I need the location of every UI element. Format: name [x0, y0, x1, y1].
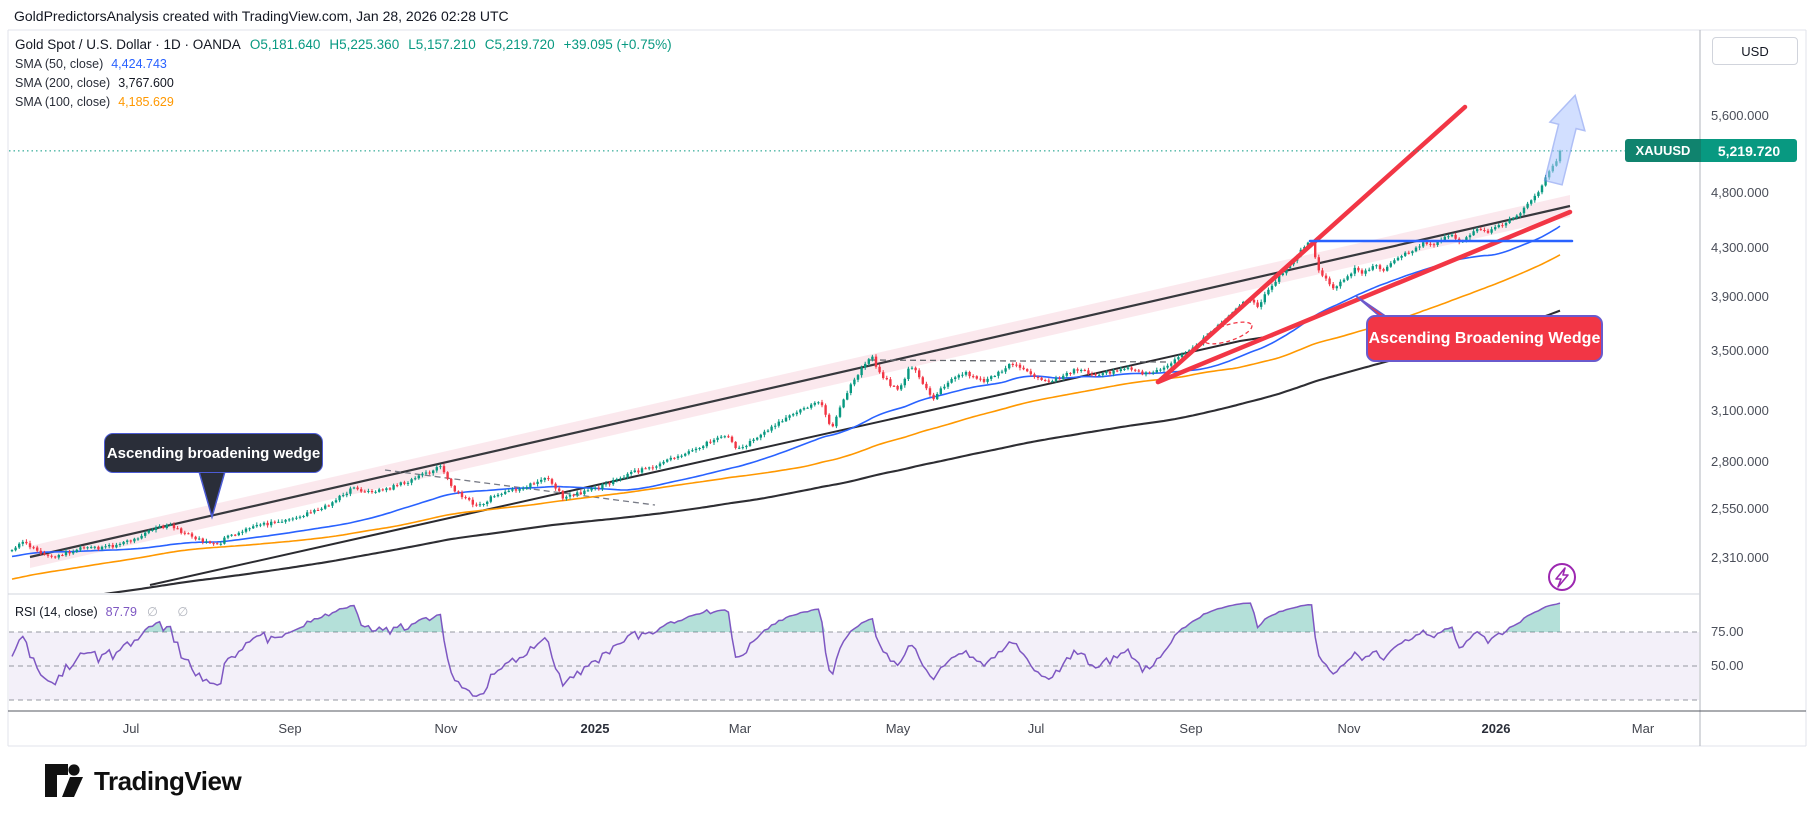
symbol-legend[interactable]: Gold Spot / U.S. Dollar · 1D · OANDA O5,1…: [15, 37, 672, 52]
annotation-label-wedge-2[interactable]: Ascending Broadening Wedge: [1366, 315, 1603, 362]
symbol-name[interactable]: Gold Spot / U.S. Dollar · 1D · OANDA: [15, 37, 241, 52]
page-title: GoldPredictorsAnalysis created with Trad…: [14, 8, 509, 24]
time-axis-label: Jul: [1027, 721, 1045, 736]
time-axis-label: Nov: [1337, 721, 1361, 736]
currency-button[interactable]: USD: [1712, 37, 1798, 65]
candle-bodies-up: [10, 150, 1562, 558]
rsi-axis-label: 50.00: [1711, 658, 1744, 673]
tradingview-logo-text: TradingView: [94, 765, 242, 796]
chart-plot[interactable]: [0, 0, 1814, 824]
rsi-axis-label: 75.00: [1711, 624, 1744, 639]
time-axis-label: Mar: [728, 721, 752, 736]
time-axis-label: May: [885, 721, 911, 736]
time-axis-label: Sep: [278, 721, 302, 736]
price-axis-label: 2,550.000: [1711, 501, 1769, 517]
time-axis-label: 2026: [1481, 721, 1511, 736]
time-axis-label: Mar: [1631, 721, 1655, 736]
indicator-value: 4,185.629: [118, 95, 174, 109]
rsi-hidden-values: ∅ ∅: [146, 605, 197, 619]
tradingview-logo[interactable]: TradingView: [44, 763, 242, 799]
bullish-up-arrow[interactable]: [1536, 91, 1593, 187]
time-axis-label: Nov: [434, 721, 458, 736]
ohlc-values: O5,181.640 H5,225.360 L5,157.210 C5,219.720…: [241, 37, 672, 52]
indicator-value: 4,424.743: [111, 57, 167, 71]
price-axis-label: 4,300.000: [1711, 239, 1769, 255]
indicator-legend-row[interactable]: SMA (50, close) 4,424.743: [15, 57, 167, 71]
last-price-tag: XAUUSD 5,219.720: [1625, 139, 1797, 163]
indicator-label: SMA (100, close): [15, 95, 111, 109]
annotation-label-wedge-1[interactable]: Ascending broadening wedge: [104, 433, 323, 473]
indicator-legend-row[interactable]: SMA (200, close) 3,767.600: [15, 76, 174, 90]
rsi-legend[interactable]: RSI (14, close) 87.79 ∅ ∅: [15, 604, 196, 619]
ohlc-item: H5,225.360: [329, 37, 400, 52]
tradingview-logo-icon: [45, 764, 83, 797]
indicator-value: 3,767.600: [118, 76, 174, 90]
last-price-tag-value: 5,219.720: [1701, 139, 1797, 163]
price-axis-label: 3,100.000: [1711, 403, 1769, 419]
rsi-panel[interactable]: [9, 602, 1699, 701]
indicator-label: SMA (50, close): [15, 57, 104, 71]
time-axis-label: Sep: [1179, 721, 1203, 736]
ohlc-item: C5,219.720: [484, 37, 555, 52]
rsi-label: RSI (14, close): [15, 605, 98, 619]
indicator-label: SMA (200, close): [15, 76, 111, 90]
time-axis-label: Jul: [122, 721, 140, 736]
wedge1-upper-trendline[interactable]: [29, 204, 1571, 559]
price-axis-label: 5,600.000: [1711, 107, 1769, 123]
price-axis-label: 3,900.000: [1711, 288, 1769, 304]
tradingview-screenshot: GoldPredictorsAnalysis created with Trad…: [0, 0, 1814, 824]
ohlc-item: +39.095 (+0.75%): [563, 37, 672, 52]
rsi-value: 87.79: [105, 605, 137, 619]
lightning-icon[interactable]: [1548, 563, 1576, 591]
last-price-tag-symbol: XAUUSD: [1625, 139, 1701, 163]
ohlc-item: O5,181.640: [249, 37, 321, 52]
time-axis-label: 2025: [580, 721, 610, 736]
price-axis-label: 4,800.000: [1711, 184, 1769, 200]
ohlc-item: L5,157.210: [408, 37, 476, 52]
indicator-legend-row[interactable]: SMA (100, close) 4,185.629: [15, 95, 174, 109]
price-axis-label: 2,310.000: [1711, 550, 1769, 566]
price-axis-label: 3,500.000: [1711, 342, 1769, 358]
price-axis-label: 2,800.000: [1711, 454, 1769, 470]
